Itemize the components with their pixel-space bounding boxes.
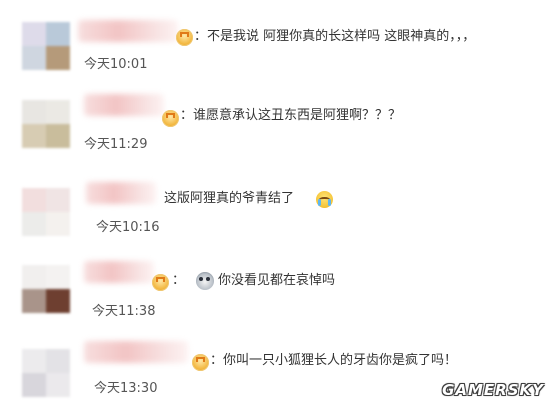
username-blurred[interactable] (84, 341, 188, 363)
comment-text: ：谁愿意承认这丑东西是阿狸啊？？？ (180, 108, 402, 123)
vip-badge-icon (162, 110, 179, 127)
username-blurred[interactable] (86, 182, 156, 204)
vip-badge-icon (192, 354, 209, 371)
comment-text: 你没看见都在哀悼吗 (218, 273, 336, 288)
comment-time: 今天10:01 (84, 57, 148, 72)
avatar[interactable] (22, 188, 70, 236)
comment-text: ：你叫一只小狐狸长人的牙齿你是疯了吗！ (210, 353, 458, 368)
comment-list: ：不是我说 阿狸你真的长这样吗 这眼神真的，，， 今天10:01 ：谁愿意承认这… (0, 0, 550, 405)
vip-badge-icon (176, 29, 193, 46)
avatar[interactable] (22, 100, 70, 148)
gamersky-watermark: GAMERSKY (442, 381, 544, 399)
username-blurred[interactable] (84, 94, 164, 116)
avatar[interactable] (22, 22, 70, 70)
comment-item: ：谁愿意承认这丑东西是阿狸啊？？？ 今天11:29 (0, 80, 550, 160)
comment-text: 这版阿狸真的爷青结了 (164, 191, 295, 206)
avatar[interactable] (22, 349, 70, 397)
comment-time: 今天10:16 (96, 220, 160, 235)
comment-item: 这版阿狸真的爷青结了 今天10:16 (0, 160, 550, 240)
comment-item: ： 你没看见都在哀悼吗 今天11:38 (0, 245, 550, 325)
comment-time: 今天11:29 (84, 137, 148, 152)
username-blurred[interactable] (78, 20, 178, 42)
username-blurred[interactable] (84, 261, 154, 283)
owl-emoji-icon (196, 272, 214, 290)
vip-badge-icon (152, 274, 169, 291)
comment-text: ：不是我说 阿狸你真的长这样吗 这眼神真的，，， (194, 29, 476, 44)
comment-separator: ： (172, 273, 186, 288)
avatar[interactable] (22, 265, 70, 313)
comment-time: 今天11:38 (92, 304, 156, 319)
comment-time: 今天13:30 (94, 381, 158, 396)
comment-item: ：不是我说 阿狸你真的长这样吗 这眼神真的，，， 今天10:01 (0, 0, 550, 80)
crying-emoji-icon (316, 191, 333, 208)
